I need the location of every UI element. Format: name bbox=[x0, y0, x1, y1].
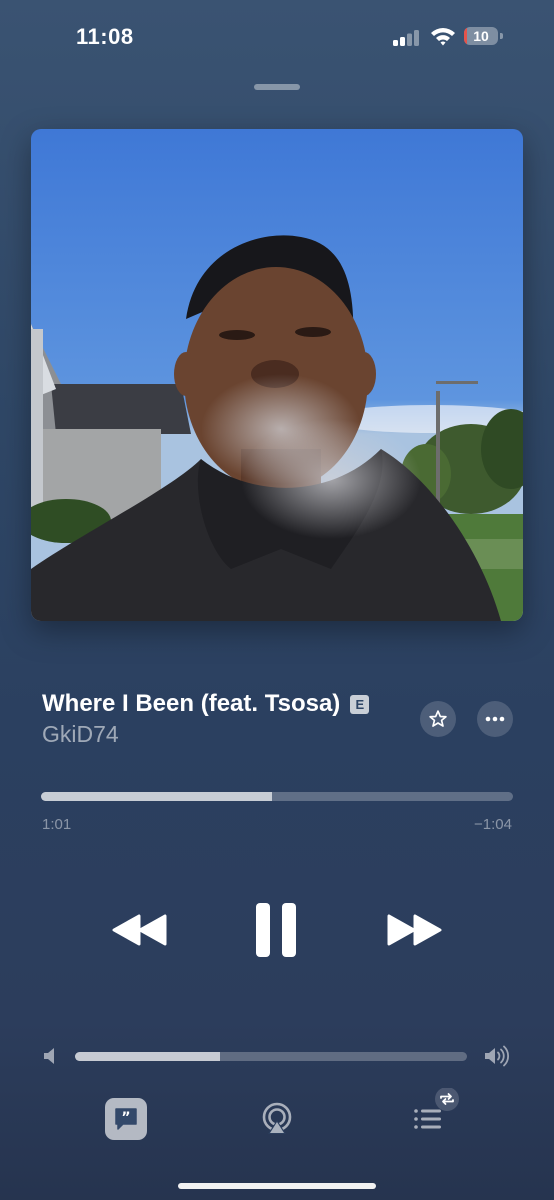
battery-indicator: 10 bbox=[464, 27, 504, 47]
track-title-row: Where I Been (feat. Tsosa) E bbox=[42, 688, 370, 720]
lyrics-button[interactable]: ” bbox=[105, 1098, 147, 1140]
wifi-icon bbox=[431, 28, 455, 46]
scrubber-progress bbox=[41, 792, 273, 801]
playback-scrubber[interactable] bbox=[41, 792, 513, 801]
svg-text:”: ” bbox=[121, 1110, 130, 1126]
ellipsis-icon bbox=[485, 716, 505, 722]
artwork-photo bbox=[31, 129, 523, 621]
status-time: 11:08 bbox=[76, 24, 134, 49]
pause-icon[interactable] bbox=[253, 901, 299, 959]
airplay-icon[interactable] bbox=[258, 1100, 296, 1138]
track-artist[interactable]: GkiD74 bbox=[42, 721, 119, 748]
album-artwork bbox=[31, 129, 523, 621]
sheet-grabber[interactable] bbox=[254, 84, 300, 90]
volume-slider[interactable] bbox=[75, 1052, 467, 1061]
remaining-time: −1:04 bbox=[474, 816, 512, 833]
queue-list-icon bbox=[414, 1087, 459, 1129]
cellular-signal-icon bbox=[393, 30, 419, 46]
speaker-low-icon bbox=[44, 1048, 54, 1064]
explicit-badge: E bbox=[350, 694, 370, 714]
star-icon bbox=[429, 710, 447, 727]
queue-button[interactable] bbox=[410, 1087, 462, 1140]
rewind-icon[interactable] bbox=[112, 912, 168, 948]
more-options-button[interactable] bbox=[477, 701, 513, 737]
home-indicator[interactable] bbox=[178, 1183, 376, 1189]
elapsed-time: 1:01 bbox=[42, 816, 72, 833]
speaker-high-icon bbox=[485, 1045, 510, 1067]
volume-level bbox=[75, 1052, 221, 1061]
fast-forward-icon[interactable] bbox=[386, 912, 442, 948]
track-title[interactable]: Where I Been (feat. Tsosa) bbox=[42, 690, 340, 718]
favorite-button[interactable] bbox=[420, 701, 456, 737]
lyrics-quote-icon: ” bbox=[115, 1108, 137, 1130]
battery-level: 10 bbox=[473, 28, 489, 44]
